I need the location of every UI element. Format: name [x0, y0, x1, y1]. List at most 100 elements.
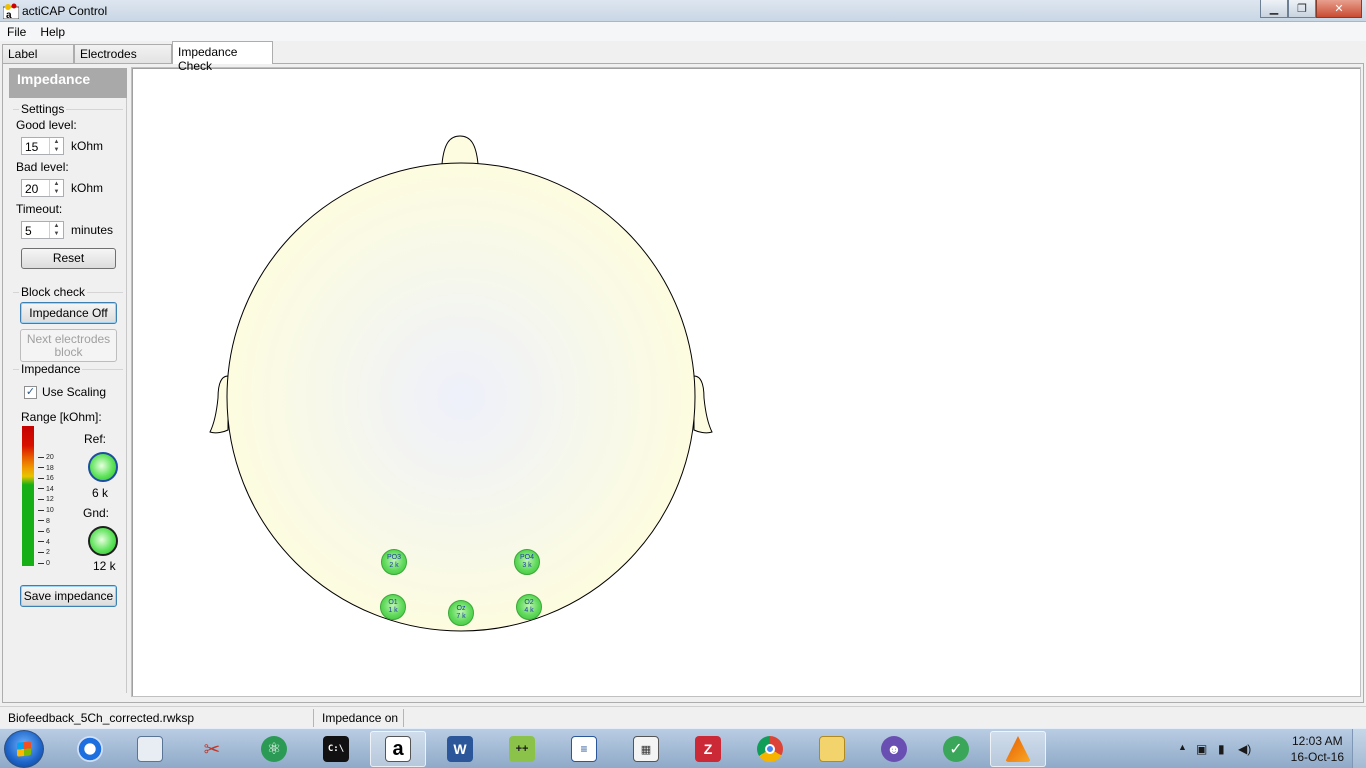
bad-level-stepper[interactable]: 20 ▲ ▼	[21, 179, 64, 197]
tab-impedance-check[interactable]: Impedance Check	[172, 41, 273, 73]
impedance-off-button[interactable]: Impedance Off	[20, 302, 117, 324]
status-workspace: Biofeedback_5Ch_corrected.rwksp	[4, 709, 314, 727]
taskbar: ✂ ⚛ C:\ a W ++ ≡ ▦ Z ☻ ✓ ▲ ▣ ▮ ◀) 12:03 …	[0, 728, 1366, 768]
window-title: actiCAP Control	[22, 4, 108, 18]
tab-electrodes-groups[interactable]: Electrodes Groups	[74, 44, 172, 75]
electrode-label: O2	[524, 599, 534, 606]
matlab-icon[interactable]	[990, 731, 1046, 767]
cat-app-icon[interactable]: ☻	[866, 731, 922, 767]
content-frame: Impedance Settings Good level: 15 ▲ ▼ kOh…	[2, 63, 1364, 703]
acticap-icon[interactable]: a	[370, 731, 426, 767]
electrode-oz[interactable]: Oz 7 k	[448, 600, 474, 626]
scale-tick-label: 14	[38, 486, 54, 493]
bad-level-value: 20	[25, 182, 39, 196]
gnd-value: 12 k	[93, 559, 116, 573]
ref-electrode-indicator	[88, 452, 118, 482]
timeout-value: 5	[25, 224, 32, 238]
scale-tick-label: 6	[38, 528, 50, 535]
atom-icon[interactable]: ⚛	[246, 731, 302, 767]
head-map-area: PO3 2 k PO4 3 k O1 1 k Oz 7 k O2 4 k	[131, 67, 1361, 697]
bad-level-label: Bad level:	[16, 160, 69, 174]
scale-tick-label: 20	[38, 454, 54, 461]
teamviewer-icon[interactable]	[62, 731, 118, 767]
scale-tick-label: 10	[38, 507, 54, 514]
ref-label: Ref:	[84, 432, 107, 446]
timeout-unit: minutes	[71, 223, 114, 237]
scale-tick-label: 12	[38, 496, 54, 503]
menu-bar: File Help	[0, 22, 1366, 41]
next-electrodes-block-button[interactable]: Next electrodes block	[20, 329, 117, 362]
good-level-arrows[interactable]: ▲ ▼	[49, 138, 63, 154]
electrode-impedance: 2 k	[389, 562, 399, 569]
maximize-button[interactable]: ❐	[1288, 0, 1316, 18]
scale-tick-label: 18	[38, 465, 54, 472]
reset-button[interactable]: Reset	[21, 248, 116, 269]
calculator-icon[interactable]: ▦	[618, 731, 674, 767]
tray-device-icon[interactable]: ▣	[1196, 742, 1207, 756]
electrode-o2[interactable]: O2 4 k	[516, 594, 542, 620]
electrode-o1[interactable]: O1 1 k	[380, 594, 406, 620]
file-explorer-icon[interactable]	[804, 731, 860, 767]
good-level-value: 15	[25, 140, 39, 154]
chrome-icon[interactable]	[742, 731, 798, 767]
notepad-plus-icon[interactable]: ++	[494, 731, 550, 767]
clock-date: 16-Oct-16	[1290, 750, 1344, 764]
impedance-group-title: Impedance	[19, 362, 83, 376]
zotero-icon[interactable]: Z	[680, 731, 736, 767]
electrode-impedance: 1 k	[388, 607, 398, 614]
spin-down-icon[interactable]: ▼	[50, 188, 63, 196]
electrode-po4[interactable]: PO4 3 k	[514, 549, 540, 575]
green-check-icon[interactable]: ✓	[928, 731, 984, 767]
timeout-stepper[interactable]: 5 ▲ ▼	[21, 221, 64, 239]
show-desktop-button[interactable]	[1352, 729, 1366, 768]
timeout-arrows[interactable]: ▲ ▼	[49, 222, 63, 238]
window-controls: ▁ ❐ ✕	[1260, 0, 1362, 18]
impedance-color-scale	[22, 426, 34, 566]
title-bar: a actiCAP Control ▁ ❐ ✕	[0, 0, 1366, 22]
panel-title: Impedance	[9, 68, 127, 98]
scale-tick-label: 2	[38, 549, 50, 556]
scissors-tool-icon[interactable]: ✂	[184, 731, 240, 767]
head-outline	[209, 135, 713, 632]
use-scaling-label: Use Scaling	[42, 385, 107, 399]
close-button[interactable]: ✕	[1316, 0, 1362, 18]
next-block-label-line2: block	[54, 345, 83, 359]
minimize-button[interactable]: ▁	[1260, 0, 1288, 18]
scale-tick-label: 8	[38, 518, 50, 525]
ref-value: 6 k	[92, 486, 109, 500]
clock[interactable]: 12:03 AM 16-Oct-16	[1291, 733, 1344, 765]
menu-file[interactable]: File	[0, 25, 33, 39]
save-impedance-button[interactable]: Save impedance	[20, 585, 117, 607]
spin-down-icon[interactable]: ▼	[50, 146, 63, 154]
network-icon[interactable]: ▮	[1218, 742, 1225, 756]
spin-down-icon[interactable]: ▼	[50, 230, 63, 238]
start-orb[interactable]	[4, 730, 44, 768]
good-level-unit: kOhm	[71, 139, 104, 153]
tab-label-check[interactable]: Label Check	[2, 44, 74, 75]
tab-strip: Label Check Electrodes Groups Impedance …	[0, 41, 1366, 75]
electrode-impedance: 7 k	[456, 613, 466, 620]
timeout-label: Timeout:	[16, 202, 63, 216]
clock-time: 12:03 AM	[1291, 734, 1343, 748]
document-icon[interactable]: ≡	[556, 731, 612, 767]
use-scaling-checkbox[interactable]: ✓	[24, 386, 37, 399]
bad-level-unit: kOhm	[71, 181, 104, 195]
spin-up-icon[interactable]: ▲	[50, 222, 63, 230]
volume-icon[interactable]: ◀)	[1238, 742, 1251, 756]
gnd-label: Gnd:	[83, 506, 110, 520]
cmd-icon[interactable]: C:\	[308, 731, 364, 767]
tray-expand-icon[interactable]: ▲	[1178, 742, 1187, 752]
spin-up-icon[interactable]: ▲	[50, 138, 63, 146]
menu-help[interactable]: Help	[33, 25, 72, 39]
bad-level-arrows[interactable]: ▲ ▼	[49, 180, 63, 196]
next-block-label-line1: Next electrodes	[26, 332, 111, 346]
scale-tick-label: 0	[38, 560, 50, 567]
good-level-stepper[interactable]: 15 ▲ ▼	[21, 137, 64, 155]
electrode-label: Oz	[456, 605, 466, 612]
electrode-label: PO4	[519, 554, 534, 561]
spin-up-icon[interactable]: ▲	[50, 180, 63, 188]
electrode-po3[interactable]: PO3 2 k	[381, 549, 407, 575]
acticap-app-icon: a	[3, 3, 19, 19]
explorer-window-icon[interactable]	[122, 731, 178, 767]
word-icon[interactable]: W	[432, 731, 488, 767]
